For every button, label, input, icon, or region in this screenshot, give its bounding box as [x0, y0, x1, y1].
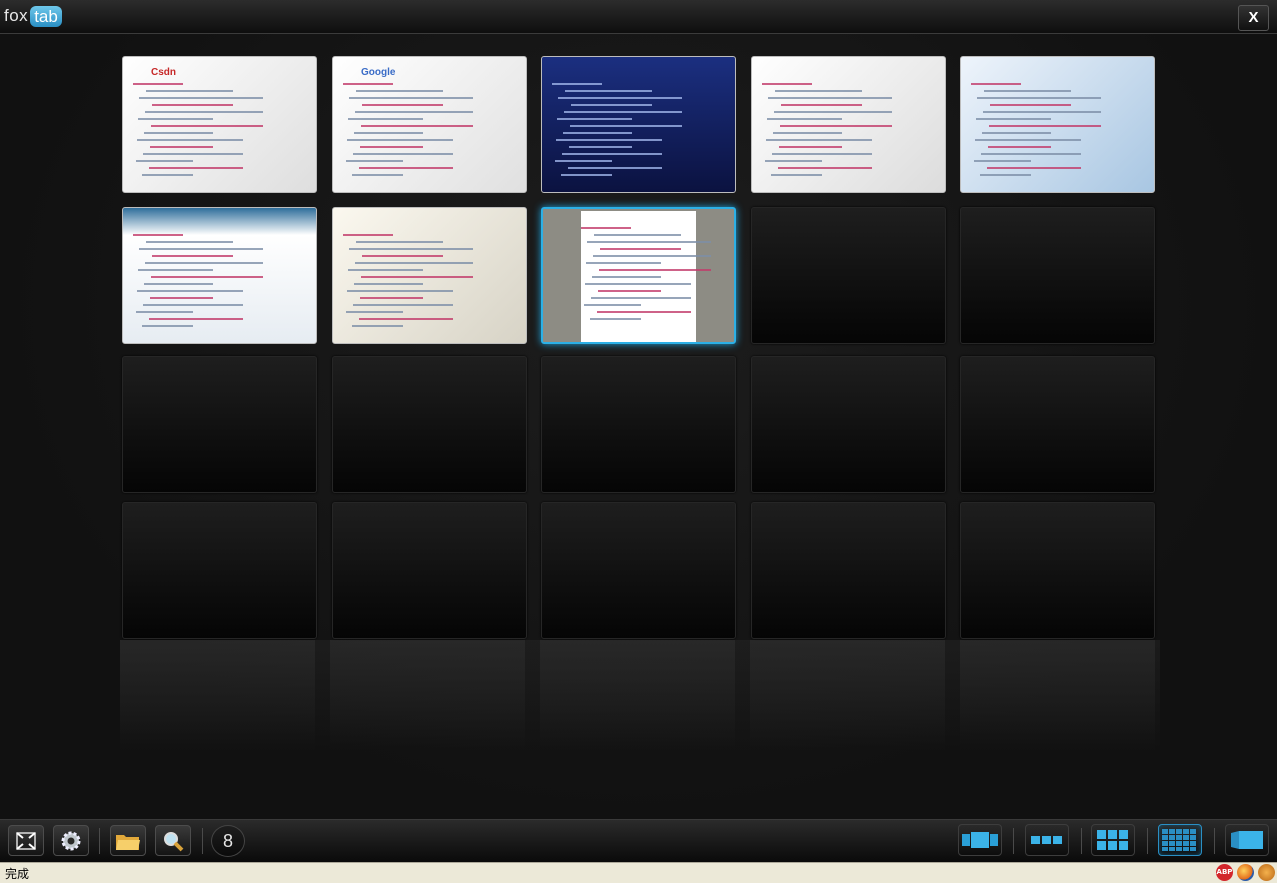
empty-tab-slot — [541, 356, 736, 493]
empty-tab-slot — [751, 502, 946, 639]
fullscreen-icon — [16, 831, 36, 850]
tab-thumbnail[interactable] — [122, 207, 317, 344]
toolbar-separator — [1214, 828, 1215, 854]
status-text: 完成 — [5, 867, 30, 881]
toolbar-separator — [202, 828, 203, 854]
site-logo-text: Google — [361, 67, 396, 78]
empty-tab-slot — [960, 207, 1155, 344]
status-bar: 完成 ABP — [0, 862, 1277, 883]
tab-thumbnail[interactable] — [960, 56, 1155, 193]
empty-tab-slot — [332, 356, 527, 493]
page-preview — [133, 218, 306, 335]
small-grid-view-button[interactable] — [1091, 824, 1135, 856]
foxtab-logo: fox tab — [4, 5, 62, 27]
tab-thumbnail[interactable] — [541, 56, 736, 193]
wall-view-icon — [1231, 831, 1263, 849]
page-preview: Csdn — [133, 67, 306, 184]
empty-tab-slot — [122, 356, 317, 493]
adblock-icon[interactable]: ABP — [1216, 864, 1233, 881]
close-button[interactable]: X — [1238, 5, 1269, 31]
fullscreen-button[interactable] — [8, 825, 44, 856]
wall-view-button[interactable] — [1225, 824, 1269, 856]
toolbar-separator — [1147, 828, 1148, 854]
tab-count-badge: 8 — [211, 825, 245, 857]
firefox-icon[interactable] — [1237, 864, 1254, 881]
toolbar-separator — [1081, 828, 1082, 854]
carousel-view-icon — [962, 832, 998, 848]
tab-thumbnail[interactable]: Google — [332, 56, 527, 193]
tab-thumbnail[interactable]: Csdn — [122, 56, 317, 193]
floor-reflection — [120, 640, 1160, 750]
empty-tab-slot — [751, 207, 946, 344]
page-preview — [581, 211, 711, 342]
empty-tab-slot — [332, 502, 527, 639]
gear-icon — [61, 831, 81, 850]
toolbar-separator — [99, 828, 100, 854]
carousel-view-button[interactable] — [958, 824, 1002, 856]
empty-tab-slot — [122, 502, 317, 639]
logo-tab-text: tab — [30, 5, 62, 27]
folder-icon — [116, 834, 140, 850]
page-preview — [343, 218, 516, 335]
page-preview — [762, 67, 935, 184]
search-button[interactable] — [155, 825, 191, 856]
search-icon — [164, 831, 184, 851]
title-bar: fox tab X — [0, 0, 1277, 34]
large-grid-view-button[interactable] — [1158, 824, 1202, 856]
row-view-button[interactable] — [1025, 824, 1069, 856]
toolbar-separator — [1013, 828, 1014, 854]
empty-tab-slot — [960, 356, 1155, 493]
small-grid-view-icon — [1097, 830, 1128, 850]
page-preview — [552, 67, 725, 184]
large-grid-view-icon — [1162, 829, 1196, 851]
bottom-toolbar: 8 — [0, 819, 1277, 862]
logo-fox-text: fox — [4, 6, 29, 25]
page-preview: Google — [343, 67, 516, 184]
empty-tab-slot — [960, 502, 1155, 639]
settings-button[interactable] — [53, 825, 89, 856]
tab-thumbnail[interactable] — [751, 56, 946, 193]
tab-thumbnail[interactable] — [332, 207, 527, 344]
tab-thumbnail[interactable] — [541, 207, 736, 344]
row-view-icon — [1031, 836, 1062, 844]
site-logo-text: Csdn — [151, 67, 176, 78]
page-preview — [971, 67, 1144, 184]
empty-tab-slot — [751, 356, 946, 493]
open-folder-button[interactable] — [110, 825, 146, 856]
empty-tab-slot — [541, 502, 736, 639]
firebug-icon[interactable] — [1258, 864, 1275, 881]
